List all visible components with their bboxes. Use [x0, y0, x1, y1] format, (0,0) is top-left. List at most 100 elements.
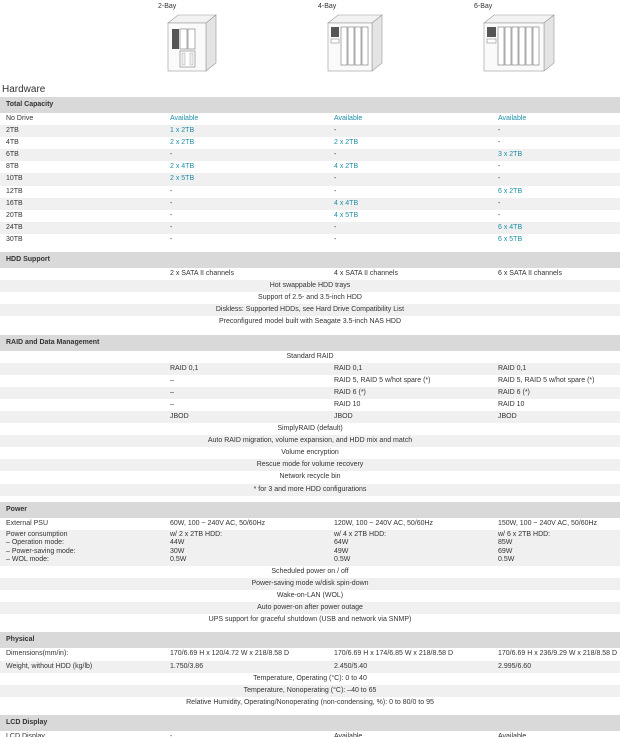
cell-value: – [170, 388, 174, 396]
multi-cell: w/ 2 x 2TB HDD: 44W 30W 0.5W [170, 531, 222, 565]
cell-value: 170/6.69 H x 120/4.72 W x 218/8.58 D [170, 650, 290, 658]
cell-value: 60W, 100 ~ 240V AC, 50/60Hz [170, 519, 266, 527]
cell-value: RAID 10 [334, 400, 361, 408]
table-row: Support of 2.5- and 3.5-inch HDD [0, 292, 620, 304]
nas-4bay-icon [327, 14, 383, 72]
spanning-cell: Temperature, Operating (°C): 0 to 40 [253, 674, 367, 682]
table-row: Power-saving mode w/disk spin-down [0, 578, 620, 591]
cell-value[interactable]: Available [498, 113, 526, 125]
spanning-cell: UPS support for graceful shutdown (USB a… [208, 616, 412, 624]
row-label: No Drive [6, 115, 34, 122]
spanning-cell: SimplyRAID (default) [277, 425, 343, 433]
cell-value: 170/6.69 H x 174/6.85 W x 218/8.58 D [334, 650, 454, 658]
cell-value: - [334, 127, 337, 135]
row-label: Dimensions(mm/in): [6, 650, 69, 658]
table-row: – RAID 5, RAID 5 w/hot spare (*) RAID 5, R… [0, 375, 620, 387]
table-row: Weight, without HDD (kg/lb) 1.750/3.86 2.4… [0, 660, 620, 673]
cell-line: 0.5W [498, 555, 515, 563]
cell-value: - [334, 151, 337, 159]
cell-value: - [334, 175, 337, 183]
cell-line: 64W [334, 539, 349, 547]
table-row: 4TB 2 x 2TB 2 x 2TB - [0, 137, 620, 149]
row-label: 8TB [6, 163, 19, 171]
cell-value[interactable]: 6 x 2TB [498, 186, 522, 198]
cell-value[interactable]: 2 x 2TB [334, 137, 358, 149]
multi-cell: Power consumption – Operation mode: – Powe… [6, 531, 76, 565]
cell-value[interactable]: 3 x 2TB [498, 149, 522, 161]
cell-value: Available [334, 732, 363, 737]
cell-line: – WOL mode: [6, 555, 49, 563]
row-label: 30TB [6, 235, 23, 243]
cell-value[interactable]: Available [170, 113, 198, 125]
cell-value[interactable]: 1 x 2TB [170, 125, 194, 137]
cell-value[interactable]: 6 x 5TB [498, 234, 522, 246]
cell-line: 49W [334, 547, 349, 555]
row-label: 2TB [6, 127, 19, 135]
section-header: HDD Support [0, 252, 620, 269]
table-row: 16TB - 4 x 4TB - [0, 197, 620, 210]
row-label: LCD Display [6, 732, 45, 737]
product-6bay: 6-Bay [474, 3, 584, 81]
cell-value: - [498, 127, 501, 135]
cell-line: 85W [498, 539, 513, 547]
spanning-cell: Network recycle bin [279, 473, 341, 481]
cell-value: 150W, 100 ~ 240V AC, 50/60Hz [498, 519, 598, 527]
cell-value: - [498, 175, 501, 183]
product-4bay: 4-Bay [318, 3, 428, 81]
cell-value: - [498, 199, 501, 207]
table-row: Scheduled power on / off [0, 566, 620, 578]
cell-value: - [498, 163, 501, 171]
cell-value: - [170, 732, 173, 737]
spanning-cell: Preconfigured model built with Seagate 3… [218, 318, 402, 326]
cell-value: - [498, 211, 501, 219]
product-name: 6-Bay [474, 3, 493, 10]
cell-value[interactable]: 2 x 4TB [170, 161, 194, 173]
multi-cell: w/ 6 x 2TB HDD: 85W 69W 0.5W [498, 531, 550, 565]
table-row: 24TB - - 6 x 4TB [0, 221, 620, 234]
spanning-cell: Auto RAID migration, volume expansion, a… [207, 437, 413, 445]
section-header: Power [0, 501, 620, 518]
cell-value: 6 x SATA II channels [498, 270, 562, 278]
spanning-cell: Scheduled power on / off [271, 568, 349, 576]
row-label: Weight, without HDD (kg/lb) [6, 662, 93, 670]
spanning-cell: Volume encryption [281, 449, 339, 457]
spanning-cell: Power-saving mode w/disk spin-down [251, 580, 369, 588]
table-row: JBOD JBOD JBOD [0, 410, 620, 424]
cell-value: - [334, 187, 337, 195]
section-header: LCD Display [0, 714, 620, 731]
cell-value: RAID 5, RAID 5 w/hot spare (*) [334, 376, 431, 384]
table-row: – RAID 10 RAID 10 [0, 399, 620, 411]
table-row: Power consumption – Operation mode: – Powe… [0, 529, 620, 567]
spanning-cell: Standard RAID [286, 352, 334, 360]
table-row: No Drive Available Available Available [0, 113, 620, 125]
cell-value[interactable]: Available [334, 113, 362, 125]
product-2bay: 2-Bay [158, 3, 268, 81]
table-row: SimplyRAID (default) [0, 423, 620, 435]
table-row: * for 3 and more HDD configurations [0, 483, 620, 496]
spanning-cell: Support of 2.5- and 3.5-inch HDD [258, 294, 362, 302]
nas-6bay-icon [483, 14, 555, 72]
cell-value[interactable]: 4 x 4TB [334, 198, 358, 210]
cell-value[interactable]: 4 x 2TB [334, 161, 358, 173]
cell-value[interactable]: 2 x 2TB [170, 137, 194, 149]
multi-cell: w/ 4 x 2TB HDD: 64W 49W 0.5W [334, 531, 386, 565]
product-name: 4-Bay [318, 3, 337, 10]
cell-value: RAID 6 (*) [334, 388, 366, 396]
spanning-cell: Auto power-on after power outage [257, 604, 363, 612]
section-header: RAID and Data Management [0, 334, 620, 351]
cell-line: 0.5W [170, 555, 187, 563]
cell-value: RAID 0,1 [498, 364, 527, 372]
table-row: Relative Humidity, Operating/Nonoperatin… [0, 697, 620, 709]
cell-value[interactable]: 6 x 4TB [498, 222, 522, 234]
row-label: External PSU [6, 519, 49, 527]
cell-line: 69W [498, 547, 513, 555]
cell-value[interactable]: 4 x 5TB [334, 210, 358, 222]
cell-value[interactable]: 2 x 5TB [170, 173, 194, 185]
cell-value: - [170, 199, 173, 207]
table-row: 30TB - - 6 x 5TB [0, 234, 620, 246]
row-label: 6TB [6, 151, 19, 159]
spanning-cell: * for 3 and more HDD configurations [253, 485, 367, 493]
table-row: RAID 0,1 RAID 0,1 RAID 0,1 [0, 362, 620, 375]
cell-value: - [334, 223, 337, 231]
table-row: 2 x SATA II channels 4 x SATA II channels… [0, 268, 620, 280]
